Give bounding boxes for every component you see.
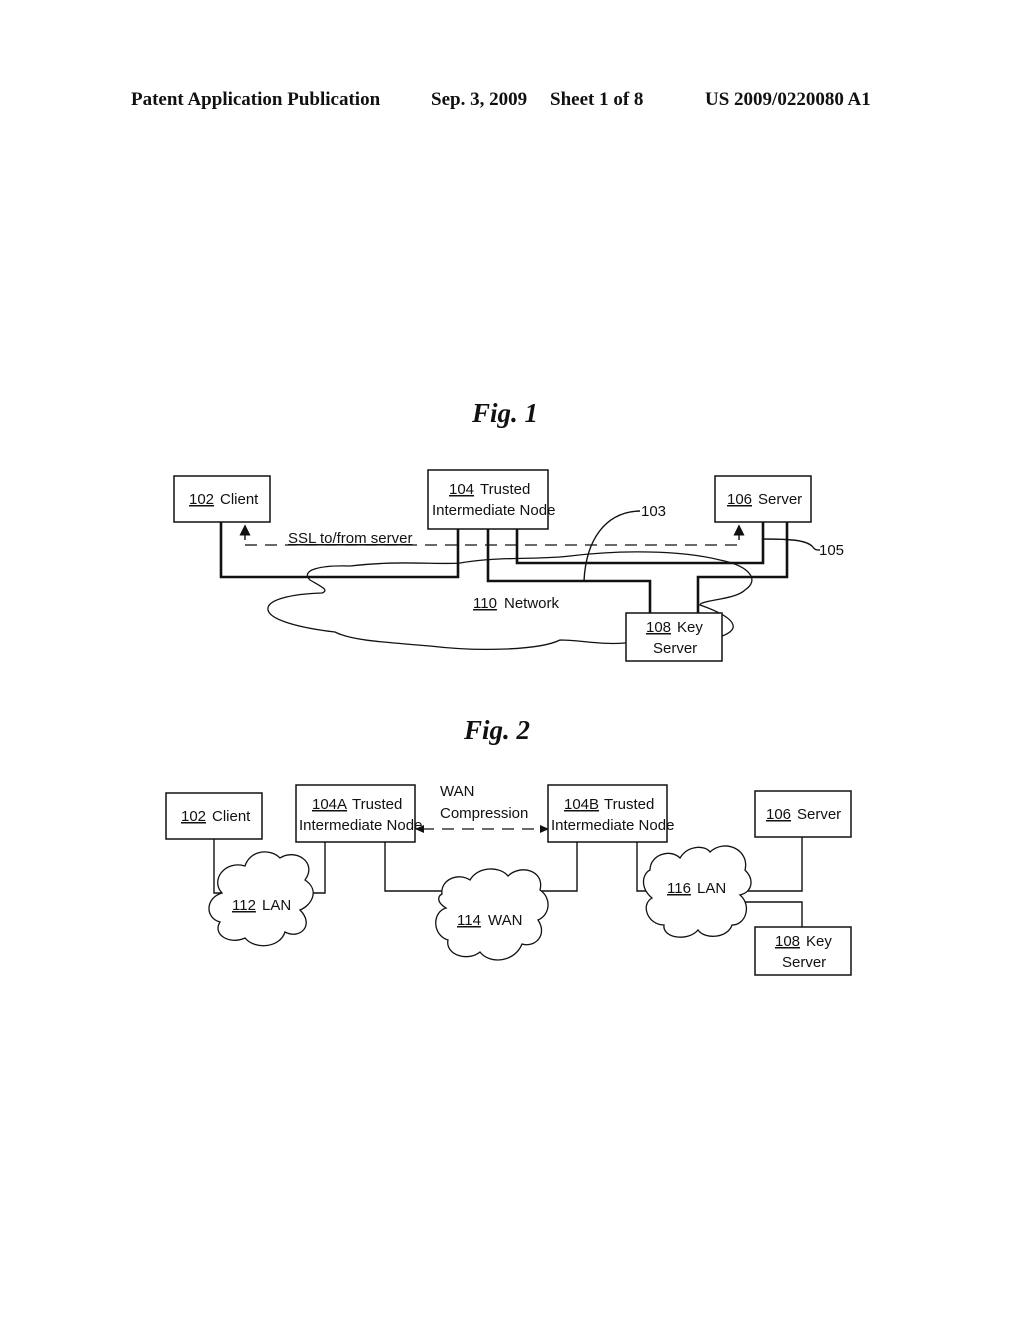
server-ref: 106 (727, 491, 752, 508)
tin-b-label1: Trusted (604, 796, 654, 813)
network-ref: 110 (473, 595, 497, 612)
keyserver-ref: 108 (646, 619, 671, 636)
tin-a-ref: 104A (312, 796, 347, 813)
server-label-fig2: Server (797, 806, 841, 823)
keyserver-label1-fig2: Key (806, 933, 832, 950)
keyserver-label2-fig2: Server (782, 954, 826, 971)
server-label: Server (758, 491, 802, 508)
wan-label: WAN (488, 912, 522, 929)
callout-105-leader (762, 538, 821, 551)
fig2-diagram: 102 Client 104A Trusted Intermediate Nod… (165, 783, 852, 976)
tin-a-label1: Trusted (352, 796, 402, 813)
tin-b-label2: Intermediate Node (551, 817, 674, 834)
lan2-ref: 116 (667, 880, 691, 897)
client-label-fig2: Client (212, 808, 251, 825)
client-label: Client (220, 491, 259, 508)
tin-ref: 104 (449, 481, 474, 498)
tin-b-ref: 104B (564, 796, 599, 813)
ssl-label: SSL to/from server (288, 530, 412, 547)
tin-label1: Trusted (480, 481, 530, 498)
client-ref: 102 (189, 491, 214, 508)
compression-label2: Compression (440, 805, 528, 822)
keyserver-label1: Key (677, 619, 703, 636)
compression-label1: WAN (440, 783, 474, 800)
tin-label2: Intermediate Node (432, 502, 555, 519)
callout-105: 105 (819, 542, 844, 559)
tin-a-label2: Intermediate Node (299, 817, 422, 834)
callout-103: 103 (641, 503, 666, 520)
keyserver-ref-fig2: 108 (775, 933, 800, 950)
lan2-to-keyserver-link (742, 901, 803, 927)
tin-box (427, 469, 549, 530)
network-label: Network (504, 595, 560, 612)
keyserver-label2: Server (653, 640, 697, 657)
server-ref-fig2: 106 (766, 806, 791, 823)
fig1-diagram: 102 Client 104 Trusted Intermediate Node… (173, 469, 844, 662)
client-ref-fig2: 102 (181, 808, 206, 825)
wan-ref: 114 (457, 912, 481, 929)
patent-figures: 102 Client 104 Trusted Intermediate Node… (165, 469, 852, 976)
lan2-label: LAN (697, 880, 726, 897)
lan1-label: LAN (262, 897, 291, 914)
lan1-ref: 112 (232, 897, 256, 914)
